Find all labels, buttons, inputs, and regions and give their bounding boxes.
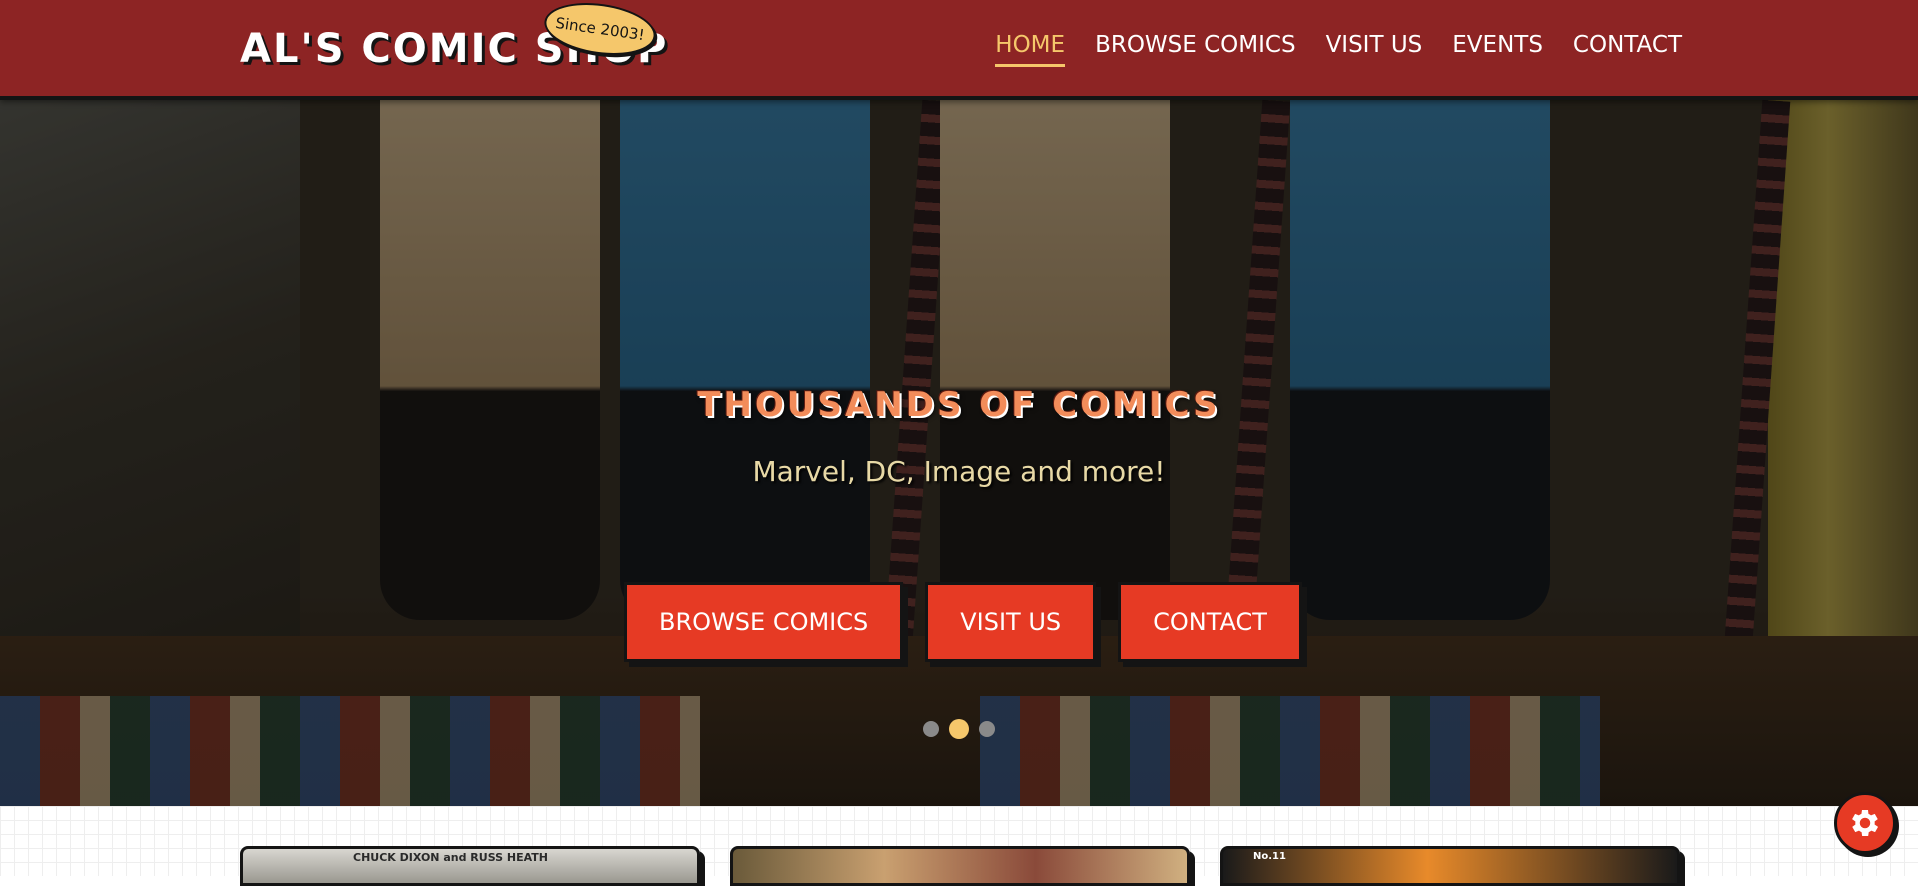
settings-button[interactable]: [1834, 792, 1896, 854]
nav-item-events[interactable]: EVENTS: [1452, 32, 1543, 67]
carousel-dot-1[interactable]: [923, 721, 939, 737]
hero-carousel: THOUSANDS OF COMICS Marvel, DC, Image an…: [0, 100, 1918, 806]
nav-item-home[interactable]: HOME: [995, 32, 1066, 67]
carousel-dot-2[interactable]: [949, 719, 969, 739]
nav-item-browse-comics[interactable]: BROWSE COMICS: [1095, 32, 1296, 67]
main-nav: HOME BROWSE COMICS VISIT US EVENTS CONTA…: [995, 32, 1682, 67]
browse-comics-button[interactable]: BROWSE COMICS: [624, 582, 904, 662]
hero-subtitle: Marvel, DC, Image and more!: [752, 455, 1166, 488]
site-header: AL'S COMIC SHOP Since 2003! HOME BROWSE …: [0, 0, 1918, 100]
visit-us-button[interactable]: VISIT US: [925, 582, 1097, 662]
feature-card[interactable]: CHUCK DIXON and RUSS HEATH: [240, 846, 700, 886]
feature-card[interactable]: [730, 846, 1190, 886]
hero-button-group: BROWSE COMICS VISIT US CONTACT: [0, 582, 1918, 662]
carousel-dot-3[interactable]: [979, 721, 995, 737]
contact-button[interactable]: CONTACT: [1118, 582, 1302, 662]
nav-item-contact[interactable]: CONTACT: [1573, 32, 1682, 67]
hero-overlay: [0, 100, 1918, 806]
card-image-caption: CHUCK DIXON and RUSS HEATH: [353, 851, 548, 864]
hero-title: THOUSANDS OF COMICS: [697, 385, 1221, 425]
card-image-caption: No.11: [1253, 851, 1286, 862]
carousel-indicators: [0, 719, 1918, 739]
nav-item-visit-us[interactable]: VISIT US: [1326, 32, 1423, 67]
gear-icon: [1852, 809, 1879, 837]
feature-card[interactable]: No.11: [1220, 846, 1680, 886]
